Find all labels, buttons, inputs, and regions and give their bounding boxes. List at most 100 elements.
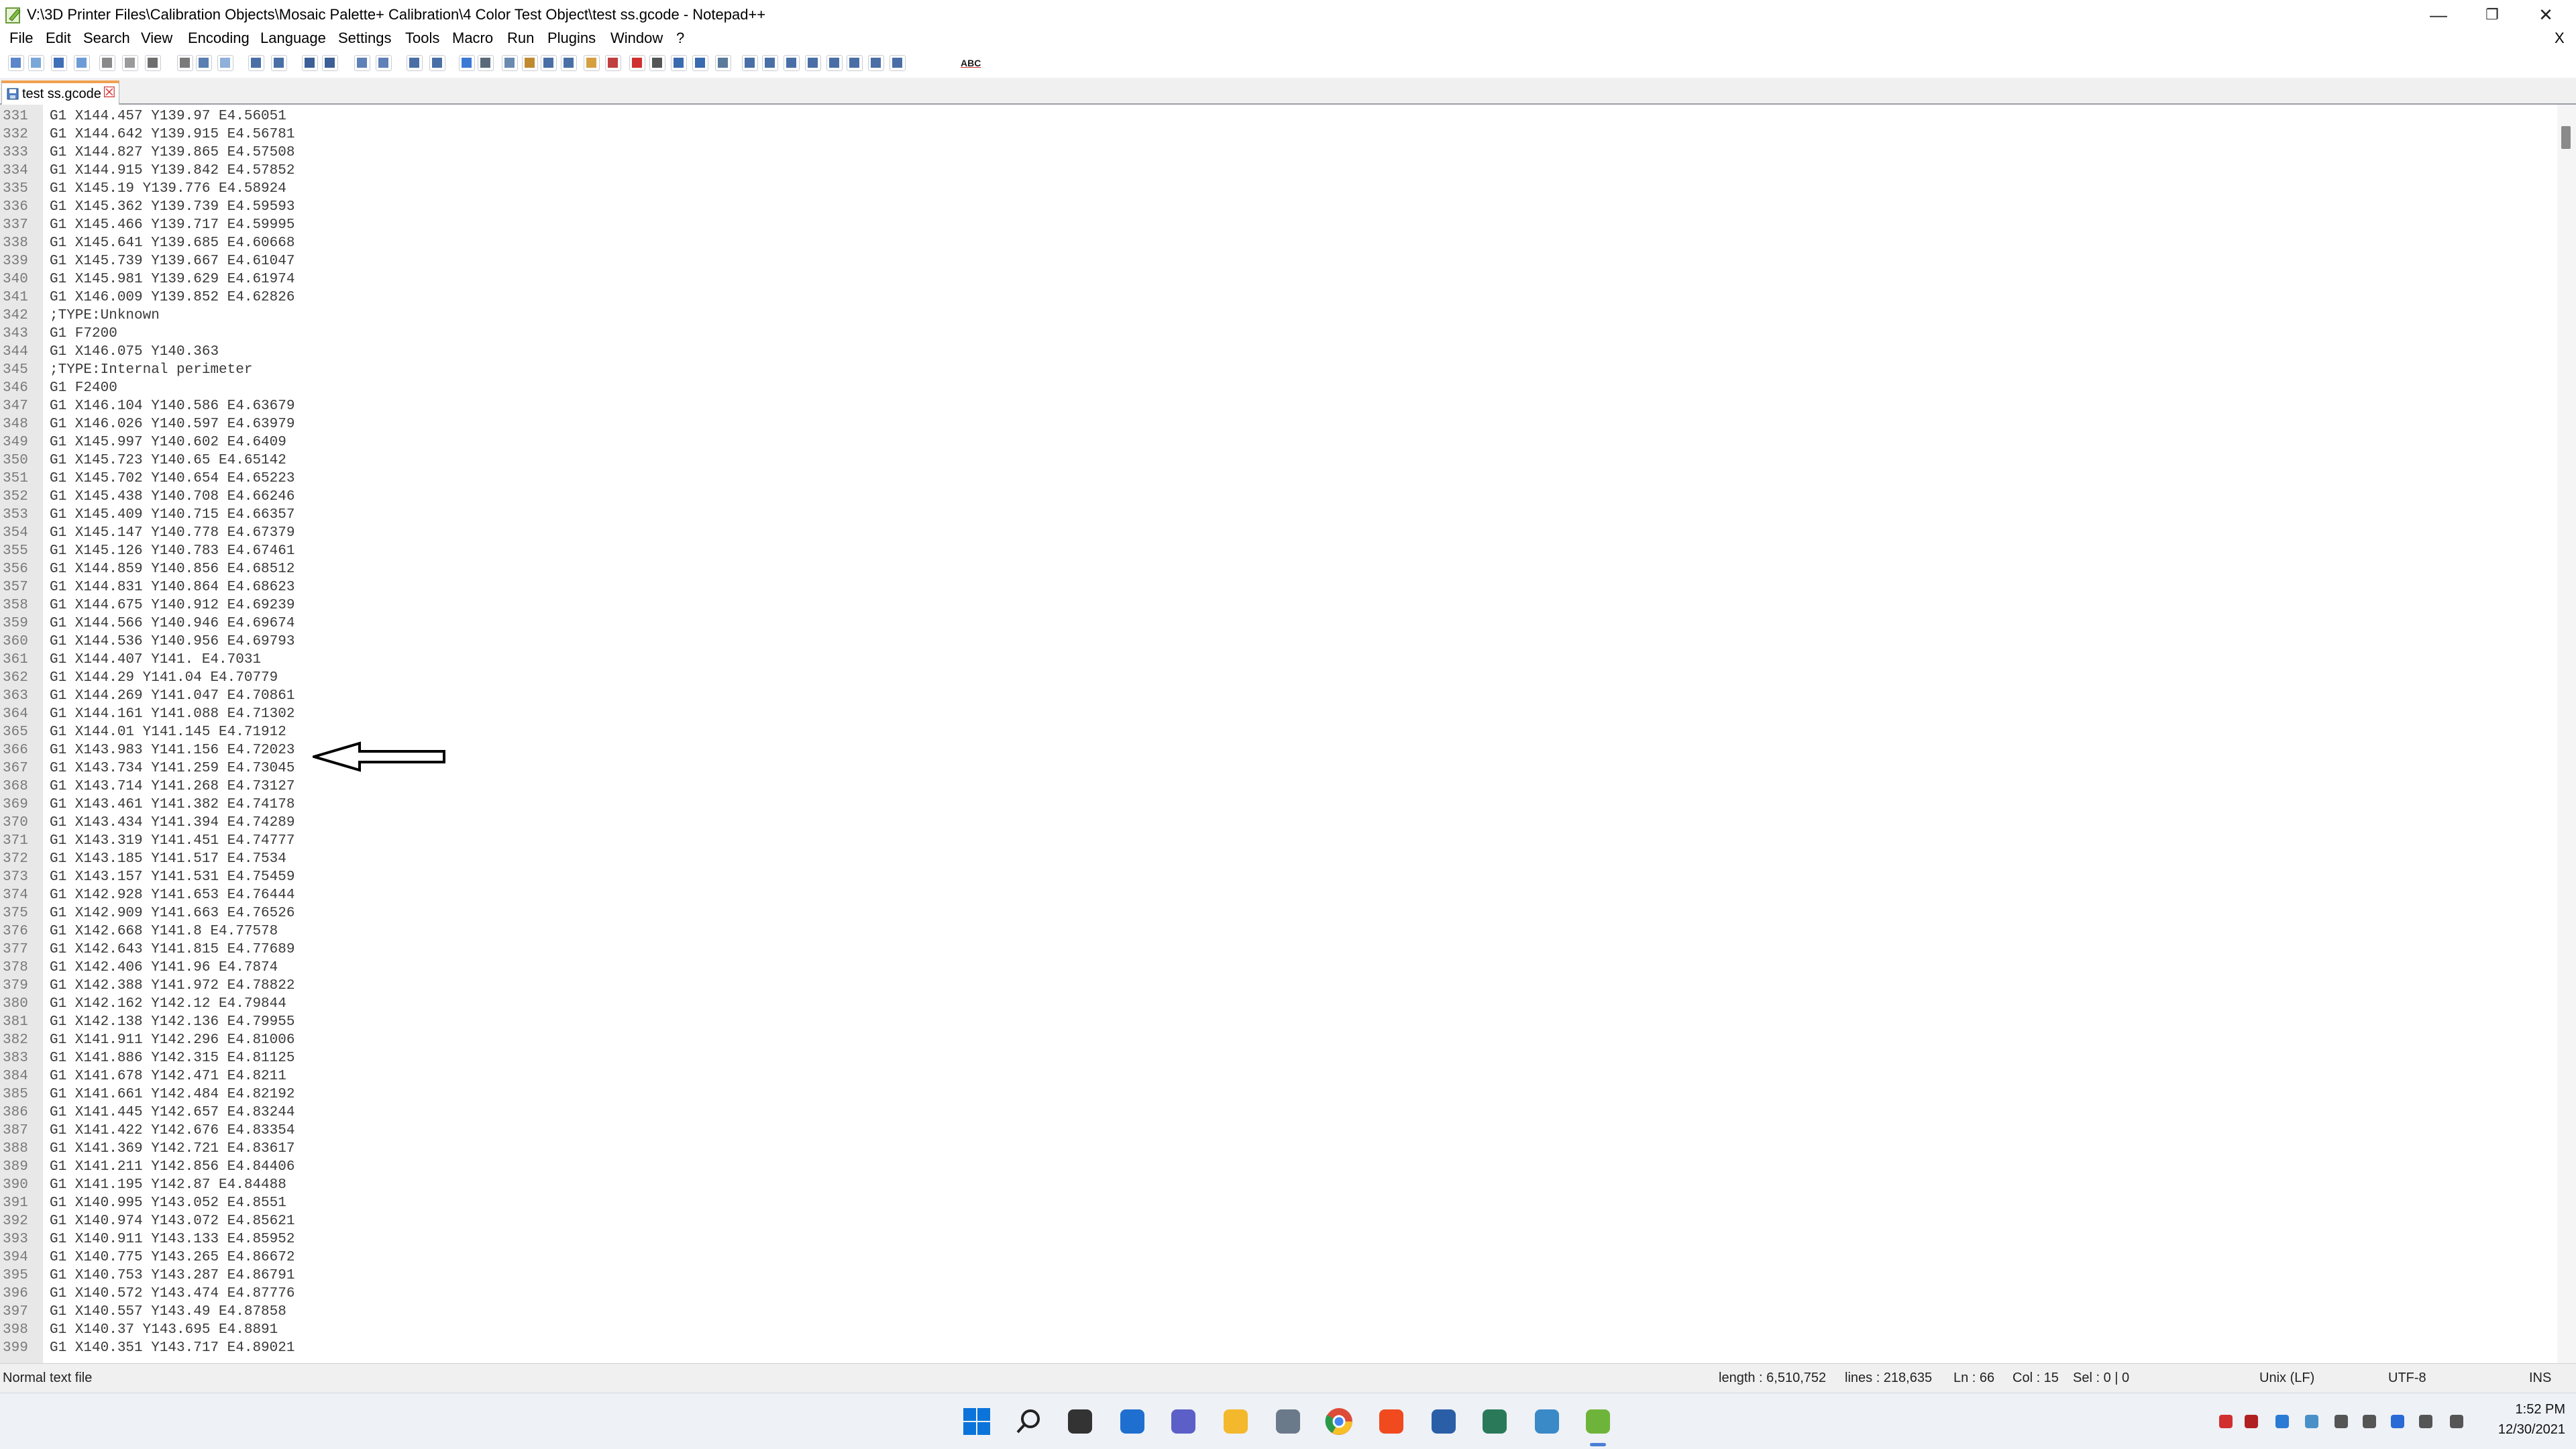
task-view-icon[interactable]	[1063, 1404, 1097, 1439]
battery-icon[interactable]	[2360, 1412, 2379, 1431]
code-line[interactable]: 355 G1 X145.126 Y140.783 E4.67461	[0, 542, 2549, 560]
plugin-a-icon[interactable]	[742, 55, 758, 71]
code-line[interactable]: 392 G1 X140.974 Y143.072 E4.85621	[0, 1212, 2549, 1230]
code-line[interactable]: 399 G1 X140.351 Y143.717 E4.89021	[0, 1339, 2549, 1357]
app-green-icon[interactable]	[1477, 1404, 1512, 1439]
volume-icon[interactable]	[2332, 1412, 2351, 1431]
stop-macro-icon[interactable]	[649, 55, 665, 71]
code-line[interactable]: 337 G1 X145.466 Y139.717 E4.59995	[0, 216, 2549, 234]
close-document-button[interactable]: X	[2555, 27, 2565, 50]
code-line[interactable]: 390 G1 X141.195 Y142.87 E4.84488	[0, 1176, 2549, 1194]
monitoring-icon[interactable]	[605, 55, 621, 71]
plugin-c-icon[interactable]	[784, 55, 800, 71]
red-app-icon[interactable]	[2216, 1412, 2235, 1431]
code-line[interactable]: 373 G1 X143.157 Y141.531 E4.75459	[0, 868, 2549, 886]
widgets-icon[interactable]	[1115, 1404, 1150, 1439]
code-line[interactable]: 395 G1 X140.753 Y143.287 E4.86791	[0, 1267, 2549, 1285]
zoom-in-icon[interactable]	[354, 55, 370, 71]
chrome-icon[interactable]	[1322, 1404, 1356, 1439]
code-line[interactable]: 368 G1 X143.714 Y141.268 E4.73127	[0, 777, 2549, 796]
menu-encoding[interactable]: Encoding	[188, 27, 250, 50]
clock-time[interactable]: 1:52 PM	[2478, 1400, 2565, 1419]
code-line[interactable]: 358 G1 X144.675 Y140.912 E4.69239	[0, 596, 2549, 614]
code-line[interactable]: 342 ;TYPE:Unknown	[0, 307, 2549, 325]
code-line[interactable]: 397 G1 X140.557 Y143.49 E4.87858	[0, 1303, 2549, 1321]
plugin-h-icon[interactable]	[890, 55, 906, 71]
undo-icon[interactable]	[248, 55, 264, 71]
code-line[interactable]: 354 G1 X145.147 Y140.778 E4.67379	[0, 524, 2549, 542]
paste-icon[interactable]	[217, 55, 233, 71]
code-line[interactable]: 370 G1 X143.434 Y141.394 E4.74289	[0, 814, 2549, 832]
zoom-out-icon[interactable]	[376, 55, 392, 71]
code-line[interactable]: 378 G1 X142.406 Y141.96 E4.7874	[0, 959, 2549, 977]
code-line[interactable]: 386 G1 X141.445 Y142.657 E4.83244	[0, 1104, 2549, 1122]
code-line[interactable]: 352 G1 X145.438 Y140.708 E4.66246	[0, 488, 2549, 506]
code-line[interactable]: 334 G1 X144.915 Y139.842 E4.57852	[0, 162, 2549, 180]
zotero-icon[interactable]	[2242, 1412, 2261, 1431]
menu-language[interactable]: Language	[260, 27, 326, 50]
scrollbar-thumb[interactable]	[2561, 126, 2571, 149]
plugin-f-icon[interactable]	[847, 55, 863, 71]
code-line[interactable]: 340 G1 X145.981 Y139.629 E4.61974	[0, 270, 2549, 288]
minimize-button[interactable]: —	[2408, 0, 2469, 30]
code-line[interactable]: 372 G1 X143.185 Y141.517 E4.7534	[0, 850, 2549, 868]
code-line[interactable]: 351 G1 X145.702 Y140.654 E4.65223	[0, 470, 2549, 488]
display-icon[interactable]	[2416, 1412, 2435, 1431]
code-line[interactable]: 350 G1 X145.723 Y140.65 E4.65142	[0, 451, 2549, 470]
code-line[interactable]: 335 G1 X145.19 Y139.776 E4.58924	[0, 180, 2549, 198]
code-line[interactable]: 380 G1 X142.162 Y142.12 E4.79844	[0, 995, 2549, 1013]
menu-edit[interactable]: Edit	[46, 27, 71, 50]
menu-file[interactable]: File	[9, 27, 33, 50]
word-wrap-icon[interactable]	[459, 55, 475, 71]
app-blue-icon[interactable]	[1426, 1404, 1461, 1439]
indent-guide-icon[interactable]	[502, 55, 518, 71]
code-line[interactable]: 381 G1 X142.138 Y142.136 E4.79955	[0, 1013, 2549, 1031]
spell-check-icon[interactable]: ABC	[961, 55, 983, 71]
code-line[interactable]: 357 G1 X144.831 Y140.864 E4.68623	[0, 578, 2549, 596]
code-line[interactable]: 374 G1 X142.928 Y141.653 E4.76444	[0, 886, 2549, 904]
code-line[interactable]: 353 G1 X145.409 Y140.715 E4.66357	[0, 506, 2549, 524]
close-icon[interactable]	[99, 55, 115, 71]
close-button[interactable]: ✕	[2516, 0, 2576, 30]
code-line[interactable]: 387 G1 X141.422 Y142.676 E4.83354	[0, 1122, 2549, 1140]
plugin-b-icon[interactable]	[762, 55, 778, 71]
function-list-icon[interactable]	[561, 55, 577, 71]
code-line[interactable]: 382 G1 X141.911 Y142.296 E4.81006	[0, 1031, 2549, 1049]
code-line[interactable]: 363 G1 X144.269 Y141.047 E4.70861	[0, 687, 2549, 705]
print-icon[interactable]	[145, 55, 161, 71]
menu-run[interactable]: Run	[507, 27, 534, 50]
code-line[interactable]: 369 G1 X143.461 Y141.382 E4.74178	[0, 796, 2549, 814]
record-macro-icon[interactable]	[629, 55, 645, 71]
windows-start-icon[interactable]	[959, 1404, 994, 1439]
code-line[interactable]: 389 G1 X141.211 Y142.856 E4.84406	[0, 1158, 2549, 1176]
plugin-d-icon[interactable]	[805, 55, 821, 71]
code-line[interactable]: 393 G1 X140.911 Y143.133 E4.85952	[0, 1230, 2549, 1248]
code-line[interactable]: 331 G1 X144.457 Y139.97 E4.56051	[0, 107, 2549, 125]
show-all-chars-icon[interactable]	[478, 55, 494, 71]
menu-window[interactable]: Window	[610, 27, 663, 50]
find-icon[interactable]	[302, 55, 318, 71]
code-line[interactable]: 385 G1 X141.661 Y142.484 E4.82192	[0, 1085, 2549, 1104]
cut-icon[interactable]	[177, 55, 193, 71]
code-line[interactable]: 364 G1 X144.161 Y141.088 E4.71302	[0, 705, 2549, 723]
open-file-icon[interactable]	[28, 55, 44, 71]
replace-icon[interactable]	[322, 55, 338, 71]
editor[interactable]: 331 G1 X144.457 Y139.97 E4.56051 332 G1 X14…	[0, 105, 2563, 1363]
code-line[interactable]: 343 G1 F7200	[0, 325, 2549, 343]
code-line[interactable]: 383 G1 X141.886 Y142.315 E4.81125	[0, 1049, 2549, 1067]
speaker-icon[interactable]	[2447, 1412, 2466, 1431]
network-cloud-icon[interactable]	[2302, 1412, 2321, 1431]
search-icon[interactable]	[1012, 1404, 1046, 1439]
clock-date[interactable]: 12/30/2021	[2469, 1420, 2565, 1439]
folder-workspace-icon[interactable]	[584, 55, 600, 71]
code-line[interactable]: 391 G1 X140.995 Y143.052 E4.8551	[0, 1194, 2549, 1212]
code-line[interactable]: 341 G1 X146.009 Y139.852 E4.62826	[0, 288, 2549, 307]
code-line[interactable]: 332 G1 X144.642 Y139.915 E4.56781	[0, 125, 2549, 144]
code-line[interactable]: 345 ;TYPE:Internal perimeter	[0, 361, 2549, 379]
code-line[interactable]: 349 G1 X145.997 Y140.602 E4.6409	[0, 433, 2549, 451]
app-globe-icon[interactable]	[1529, 1404, 1564, 1439]
plugin-e-icon[interactable]	[826, 55, 843, 71]
notepadpp-icon[interactable]	[1580, 1404, 1615, 1439]
code-line[interactable]: 347 G1 X146.104 Y140.586 E4.63679	[0, 397, 2549, 415]
code-line[interactable]: 377 G1 X142.643 Y141.815 E4.77689	[0, 941, 2549, 959]
